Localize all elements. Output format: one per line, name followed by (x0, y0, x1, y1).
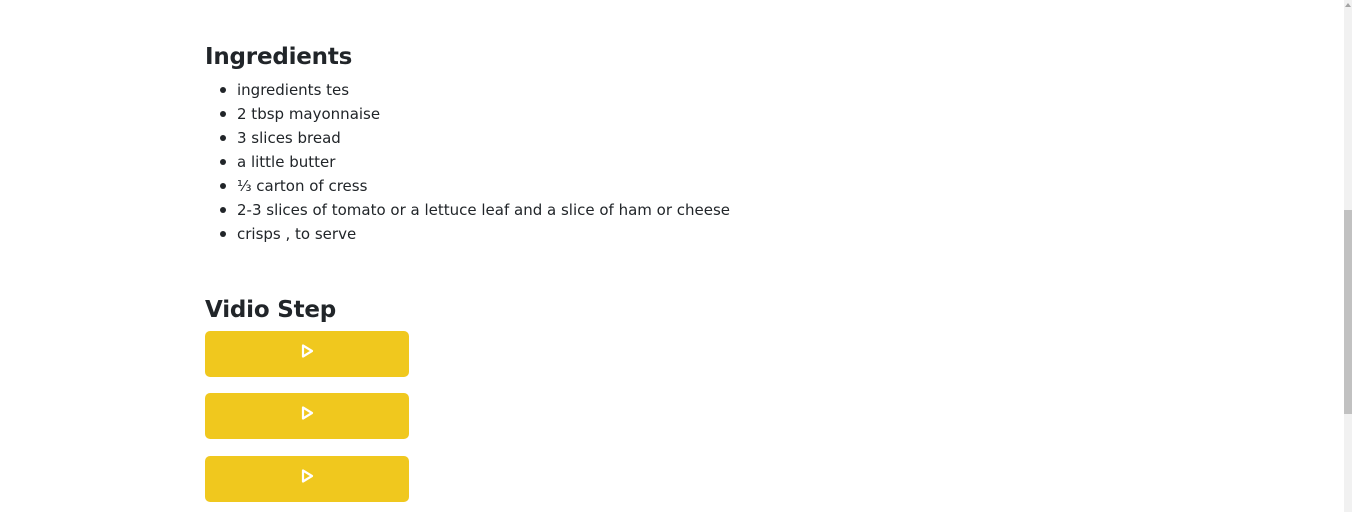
video-step-1-button[interactable] (205, 331, 409, 377)
ingredient-item: a little butter (220, 150, 730, 174)
ingredient-item: 2-3 slices of tomato or a lettuce leaf a… (220, 198, 731, 222)
play-icon (301, 406, 314, 420)
bullet-icon (220, 207, 226, 213)
ingredient-text: ⅓ carton of cress (237, 177, 368, 195)
ingredient-text: 2 tbsp mayonnaise (237, 105, 381, 123)
ingredient-text: ingredients tes (237, 81, 350, 99)
bullet-icon (220, 159, 226, 165)
bullet-icon (220, 135, 226, 141)
ingredient-item: 3 slices bread (220, 126, 730, 150)
ingredients-heading: Ingredients (205, 44, 353, 70)
ingredients-list: ingredients tes 2 tbsp mayonnaise 3 slic… (205, 78, 730, 246)
play-icon (301, 344, 314, 358)
ingredient-item: ⅓ carton of cress (220, 174, 730, 198)
ingredient-text: 3 slices bread (237, 129, 341, 147)
ingredient-text: crisps , to serve (237, 225, 357, 243)
play-icon (301, 469, 314, 483)
recipe-page: Ingredients ingredients tes 2 tbsp mayon… (0, 0, 1352, 512)
ingredient-text: 2-3 slices of tomato or a lettuce leaf a… (237, 201, 731, 219)
ingredient-item: crisps , to serve (220, 222, 730, 246)
ingredient-item: 2 tbsp mayonnaise (220, 102, 730, 126)
ingredient-text: a little butter (237, 153, 336, 171)
scroll-up-arrow-icon[interactable] (1345, 3, 1351, 7)
ingredient-item: ingredients tes (220, 78, 730, 102)
video-step-3-button[interactable] (205, 456, 409, 502)
scrollbar-thumb[interactable] (1344, 210, 1352, 414)
bullet-icon (220, 183, 226, 189)
bullet-icon (220, 111, 226, 117)
bullet-icon (220, 87, 226, 93)
bullet-icon (220, 231, 226, 237)
video-steps-heading: Vidio Step (205, 297, 337, 323)
video-step-2-button[interactable] (205, 393, 409, 439)
vertical-scrollbar[interactable] (1344, 0, 1352, 512)
